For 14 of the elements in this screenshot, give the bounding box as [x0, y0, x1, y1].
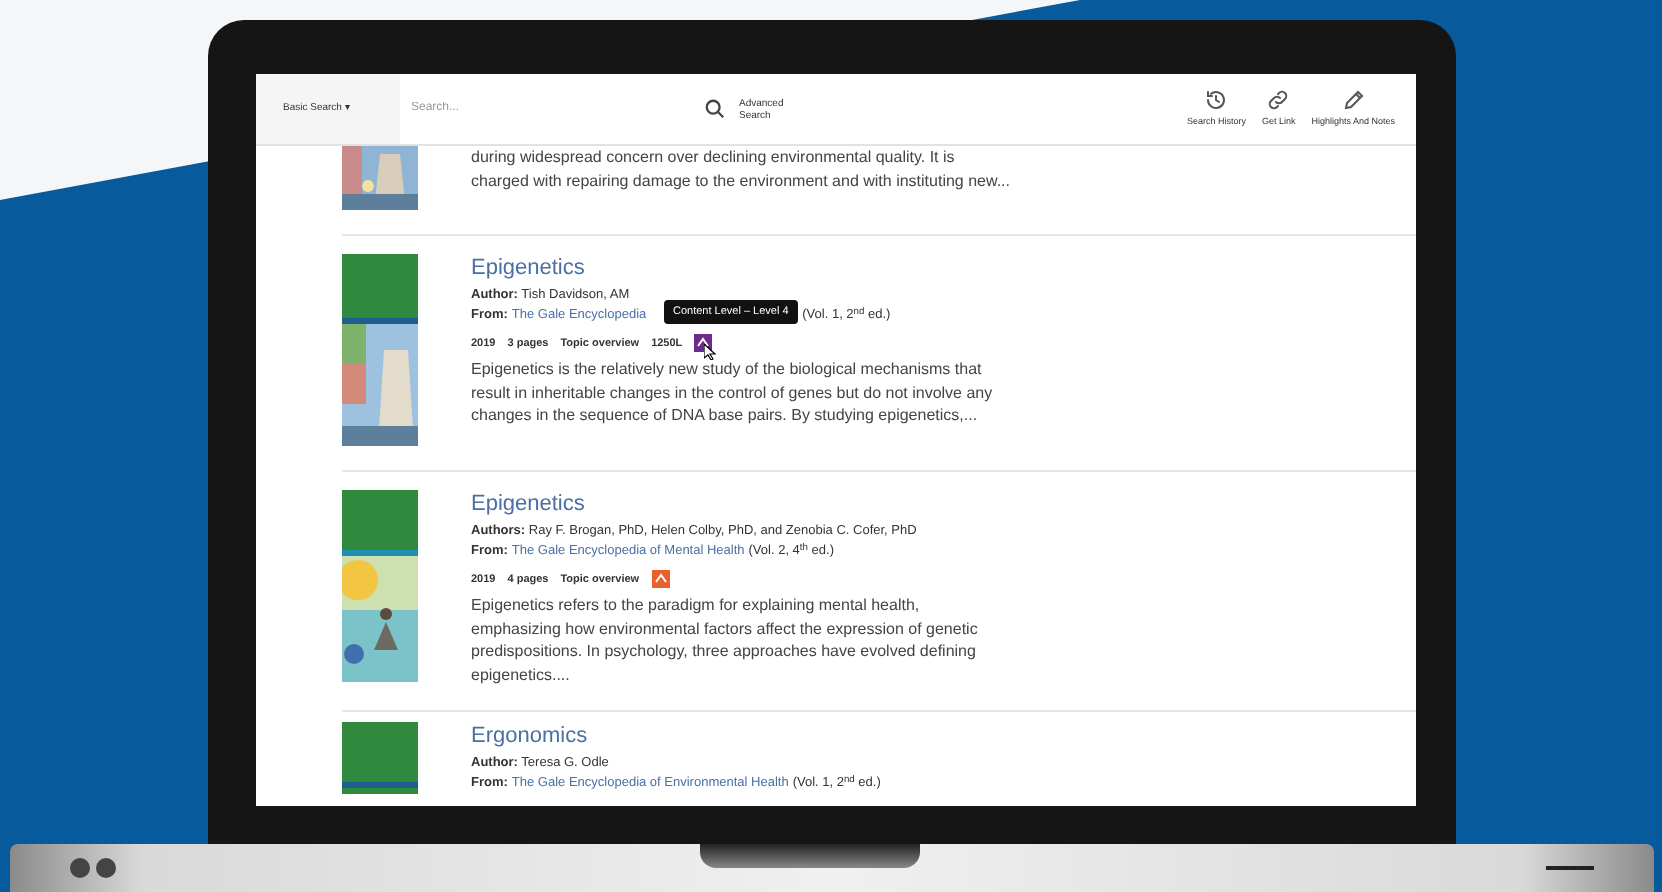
result-title[interactable]: Ergonomics [471, 722, 1011, 750]
result-title[interactable]: Epigenetics [471, 490, 1011, 518]
vent-line [1545, 866, 1593, 870]
link-icon [1266, 88, 1291, 113]
result-snippet: Epigenetics refers to the paradigm for explaining mental health, emphasizing how environmental factors affect the expression of genetic predispositions. In psychology, three approaches have evolved defining epigenetics.... [471, 594, 980, 686]
search-icon[interactable] [703, 98, 725, 120]
cursor-icon [704, 344, 717, 360]
result-snippet: Epigenetics is the relatively new study of the biological mechanisms that result in inheritable changes in the control of genes but do not involve any changes in the sequence of DNA base pairs. By studying epigenetics,... [471, 358, 995, 427]
pen-icon [1341, 88, 1366, 113]
indicator-light [95, 858, 115, 878]
indicator-light [69, 858, 89, 878]
result-snippet: during widespread concern over declining environmental quality. It is charged with repairing damage to the environment and with instituting new... [471, 146, 1011, 192]
result-title[interactable]: Epigenetics [471, 254, 1011, 282]
history-icon [1204, 88, 1229, 113]
